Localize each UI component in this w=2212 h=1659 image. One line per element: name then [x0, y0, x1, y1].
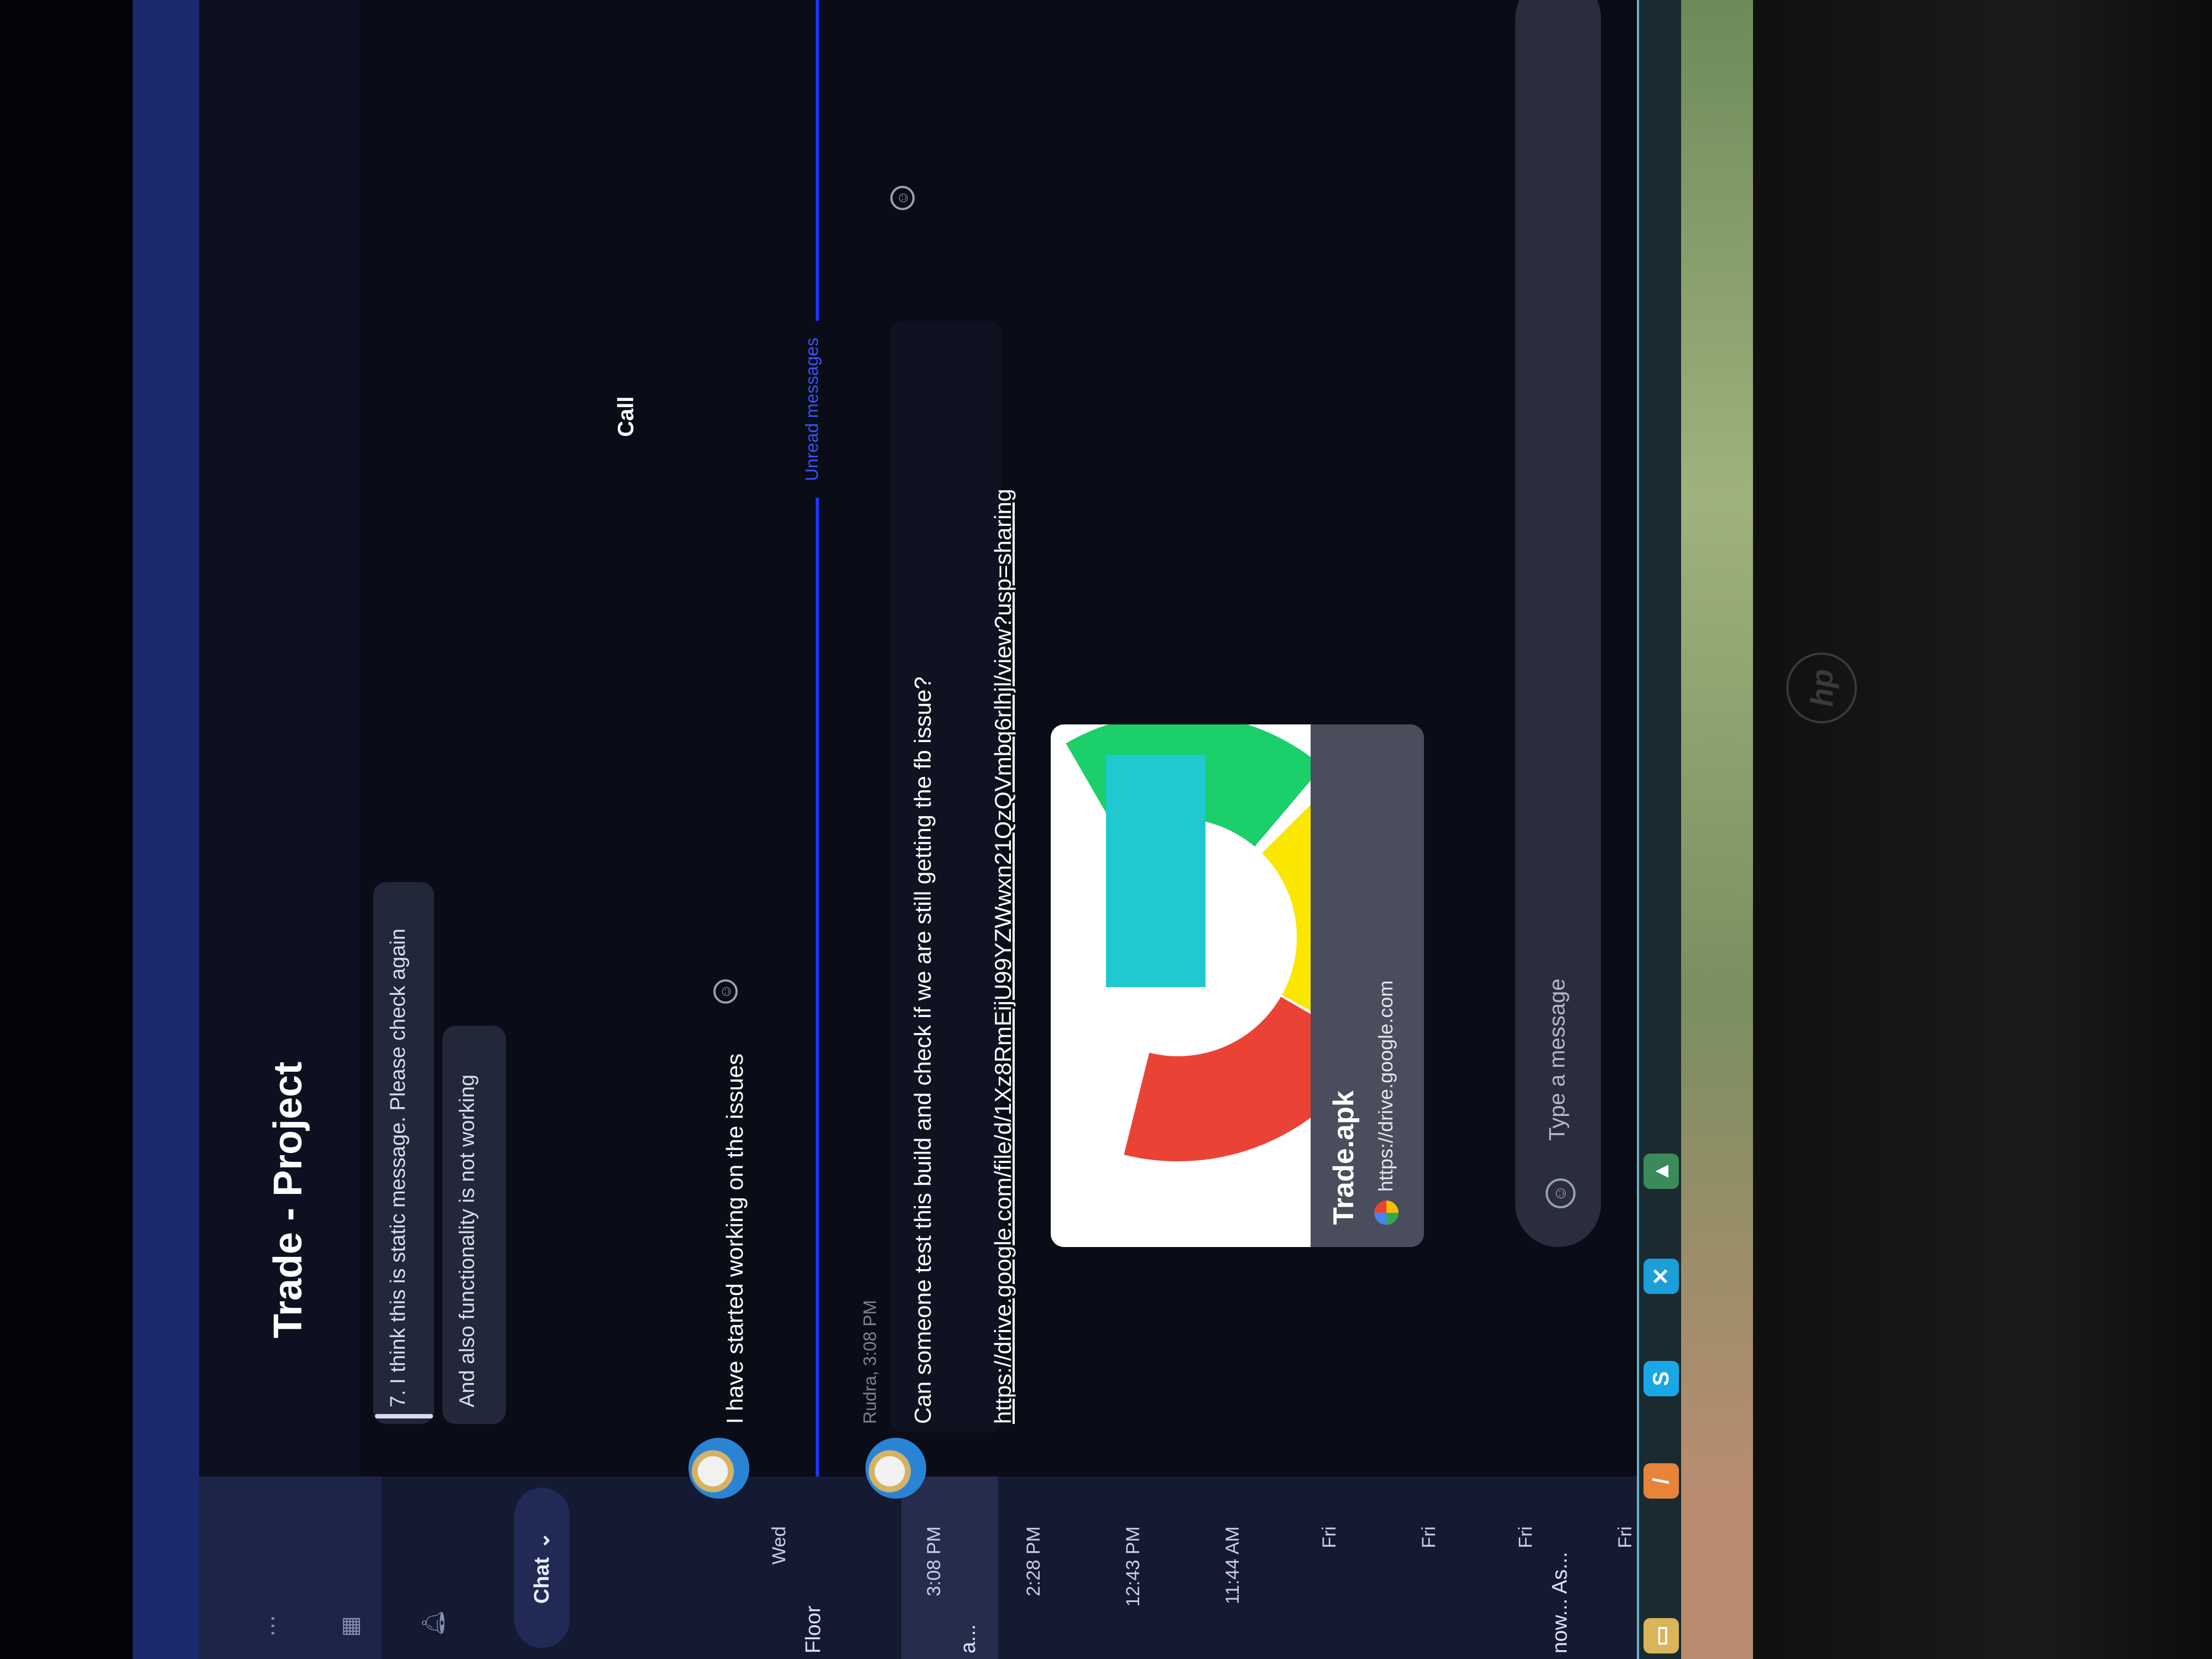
sublime-icon[interactable]: / — [1644, 1463, 1679, 1499]
message-list[interactable]: 7. I think this is static message. Pleas… — [359, 0, 1631, 1499]
avatar[interactable] — [865, 1438, 926, 1499]
emoji-reaction-icon[interactable]: ☺ — [890, 186, 915, 210]
window-top — [0, 0, 133, 1659]
google-icon — [1374, 1201, 1399, 1225]
unread-divider — [816, 0, 819, 1477]
call-label: Call — [614, 396, 638, 437]
new-chat-label: Chat — [530, 1557, 554, 1604]
chat-name: a... — [957, 1624, 980, 1653]
card-title: Trade.apk — [1328, 1091, 1360, 1225]
chevron-down-icon: ⌄ — [530, 1531, 554, 1550]
sidebar-chat-item[interactable]: 12:43 PM — [1100, 1477, 1197, 1659]
message-text: I have started working on the issues — [722, 1053, 748, 1424]
skype-window: ⋯ ▦ 🔔︎ Chat ⌄ Floor Wed a... 3:08 PM 2:28 PM… — [0, 0, 1681, 1659]
chat-name: now... As... — [1548, 1552, 1572, 1653]
sidebar-chat-item[interactable]: Floor Wed — [747, 1477, 843, 1659]
sidebar-chat-item[interactable]: now... As... Fri — [1493, 1477, 1590, 1659]
bell-icon[interactable]: 🔔︎ — [420, 1609, 446, 1637]
sidebar-chat-item[interactable]: Fri — [1396, 1477, 1493, 1659]
google-g-logo — [1051, 724, 1311, 1161]
android-studio-icon[interactable]: ▲ — [1644, 1154, 1679, 1189]
title-bar — [133, 0, 199, 1659]
emoji-picker-icon[interactable]: ☺ — [1546, 1178, 1575, 1208]
sidebar-chat-item[interactable]: Fri — [1297, 1477, 1394, 1659]
background-plant — [1678, 0, 1761, 1659]
chat-time: 2:28 PM — [1023, 1526, 1044, 1597]
chat-time: 12:43 PM — [1123, 1526, 1144, 1607]
chat-time: 3:08 PM — [924, 1526, 945, 1597]
more-dots-icon[interactable]: ⋯ — [260, 1615, 285, 1637]
card-url: https://drive.google.com — [1374, 980, 1397, 1192]
sidebar-chat-item[interactable]: 2:28 PM — [1001, 1477, 1098, 1659]
sidebar: ⋯ ▦ 🔔︎ Chat ⌄ Floor Wed a... 3:08 PM 2:28 PM… — [199, 1477, 1637, 1659]
message-composer[interactable]: ☺ — [1515, 0, 1601, 1247]
message-input[interactable] — [1537, 144, 1577, 1142]
skype-icon[interactable]: S — [1644, 1361, 1679, 1396]
chat-time: 11:44 AM — [1222, 1526, 1243, 1605]
drive-link[interactable]: https://drive.google.com/file/d/1Xz8RmEi… — [990, 489, 1016, 1424]
chat-time: Fri — [1319, 1526, 1340, 1548]
chat-time: Wed — [769, 1526, 790, 1565]
taskbar: ▭ / S ✕ ▲ — [1637, 0, 1681, 1659]
vscode-icon[interactable]: ✕ — [1644, 1259, 1679, 1294]
drive-preview-image — [1051, 724, 1311, 1247]
message-bubble: 7. I think this is static message. Pleas… — [373, 882, 434, 1424]
message-meta: Rudra, 3:08 PM — [860, 1300, 880, 1424]
grid-icon[interactable]: ▦ — [337, 1616, 363, 1637]
new-chat-button[interactable]: Chat ⌄ — [514, 1488, 570, 1648]
chat-time: Fri — [1515, 1526, 1536, 1548]
quote-bar — [375, 1414, 433, 1418]
chat-name: Floor — [802, 1605, 825, 1653]
sidebar-chat-item[interactable]: a... 3:08 PM — [901, 1477, 998, 1659]
hp-logo: hp — [1786, 653, 1857, 723]
message-bubble: And also functionality is not working — [442, 1026, 506, 1424]
chat-header: Trade - Project — [199, 0, 359, 1477]
avatar[interactable] — [688, 1438, 749, 1499]
message-text: Can someone test this build and check if… — [910, 676, 936, 1424]
chat-time: Fri — [1615, 1526, 1636, 1548]
emoji-reaction-icon[interactable]: ☺ — [713, 979, 738, 1004]
chat-time: Fri — [1418, 1526, 1439, 1548]
message-bubble — [890, 321, 1001, 1432]
monitor-bezel — [1753, 0, 2212, 1659]
file-explorer-icon[interactable]: ▭ — [1644, 1618, 1679, 1653]
link-preview-card[interactable]: Trade.apk https://drive.google.com — [1051, 724, 1424, 1247]
sidebar-chat-item[interactable]: 11:44 AM — [1200, 1477, 1297, 1659]
unread-label: Unread messages — [802, 321, 822, 498]
page-title: Trade - Project — [266, 1061, 310, 1338]
